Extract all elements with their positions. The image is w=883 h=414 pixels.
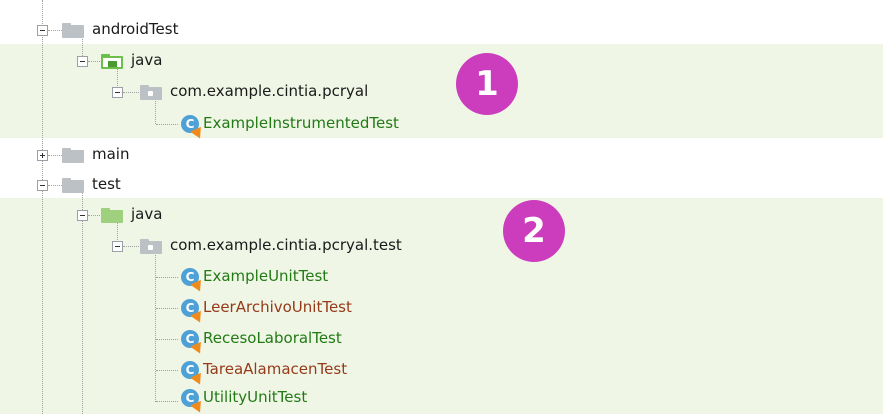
folder-gray-icon bbox=[62, 23, 84, 38]
tree-node-receso-laboral-test[interactable]: C RecesoLaboralTest bbox=[0, 324, 883, 355]
tree-node-label: java bbox=[131, 205, 163, 223]
tree-node-label: com.example.cintia.pcryal bbox=[170, 82, 369, 100]
collapse-toggle-icon[interactable] bbox=[37, 180, 48, 191]
tree-node-leer-archivo-unit-test[interactable]: C LeerArchivoUnitTest bbox=[0, 293, 883, 324]
tree-node-example-instrumented-test[interactable]: C ExampleInstrumentedTest bbox=[0, 109, 883, 140]
test-class-icon: C bbox=[181, 330, 206, 354]
folder-gray-icon bbox=[62, 148, 84, 163]
expand-toggle-icon[interactable] bbox=[37, 150, 48, 161]
test-class-icon: C bbox=[181, 361, 206, 385]
tree-node-test[interactable]: test bbox=[0, 170, 883, 201]
tree-node-label: androidTest bbox=[92, 20, 179, 38]
tree-node-label: TareaAlamacenTest bbox=[203, 360, 348, 378]
tree-node-main[interactable]: main bbox=[0, 140, 883, 171]
collapse-toggle-icon[interactable] bbox=[77, 210, 88, 221]
folder-gray-icon bbox=[62, 178, 84, 193]
collapse-toggle-icon[interactable] bbox=[77, 56, 88, 67]
package-folder-icon bbox=[140, 85, 162, 100]
tree-node-label: test bbox=[92, 175, 121, 193]
test-class-icon: C bbox=[181, 299, 206, 323]
tree-node-java-test[interactable]: java bbox=[0, 200, 883, 231]
tree-node-label: main bbox=[92, 145, 130, 163]
tree-node-label: UtilityUnitTest bbox=[203, 388, 308, 406]
tree-node-java-android-test[interactable]: java bbox=[0, 46, 883, 77]
test-source-folder-icon bbox=[101, 54, 123, 69]
tree-node-label: ExampleUnitTest bbox=[203, 267, 329, 285]
collapse-toggle-icon[interactable] bbox=[112, 241, 123, 252]
package-folder-icon bbox=[140, 239, 162, 254]
annotation-badge-2: 2 bbox=[503, 200, 565, 262]
collapse-toggle-icon[interactable] bbox=[112, 87, 123, 98]
tree-node-label: ExampleInstrumentedTest bbox=[203, 114, 399, 132]
tree-node-package-android-test[interactable]: com.example.cintia.pcryal bbox=[0, 77, 883, 108]
annotation-badge-1: 1 bbox=[456, 53, 518, 115]
tree-node-label: java bbox=[131, 51, 163, 69]
tree-node-label: RecesoLaboralTest bbox=[203, 329, 342, 347]
tree-node-example-unit-test[interactable]: C ExampleUnitTest bbox=[0, 262, 883, 293]
test-class-icon: C bbox=[181, 268, 206, 292]
test-class-icon: C bbox=[181, 115, 206, 139]
tree-node-package-test[interactable]: com.example.cintia.pcryal.test bbox=[0, 231, 883, 262]
tree-node-android-test[interactable]: androidTest bbox=[0, 15, 883, 46]
tree-node-utility-unit-test[interactable]: C UtilityUnitTest bbox=[0, 383, 883, 414]
folder-green-icon bbox=[101, 208, 123, 223]
collapse-toggle-icon[interactable] bbox=[37, 25, 48, 36]
test-class-icon: C bbox=[181, 389, 206, 413]
project-tree: androidTest java com.example.cintia.pcry… bbox=[0, 0, 883, 414]
tree-node-label: LeerArchivoUnitTest bbox=[203, 298, 352, 316]
tree-node-tarea-alamacen-test[interactable]: C TareaAlamacenTest bbox=[0, 355, 883, 386]
tree-node-label: com.example.cintia.pcryal.test bbox=[170, 236, 402, 254]
